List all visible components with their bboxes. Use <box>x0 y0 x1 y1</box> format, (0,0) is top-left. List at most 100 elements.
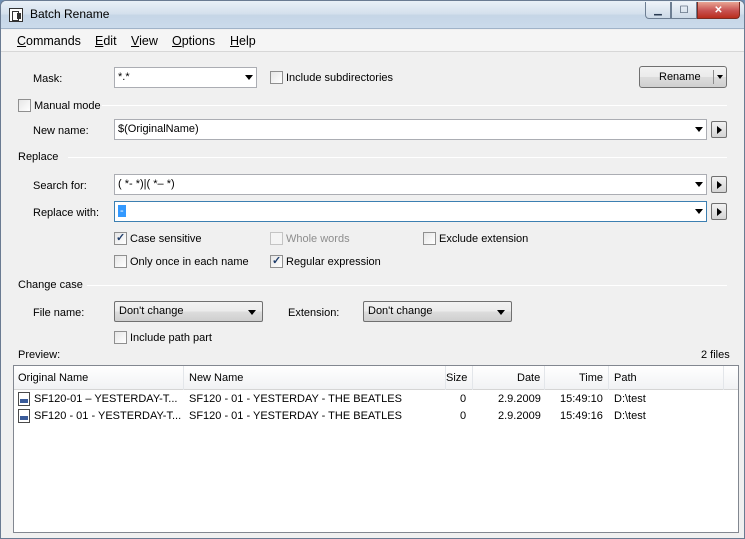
caption-buttons: ▁ ☐ ✕ <box>645 2 740 19</box>
chevron-down-icon <box>497 310 505 315</box>
app-icon <box>9 8 23 22</box>
size-cell: 0 <box>460 393 467 405</box>
new-name-cell: SF120 - 01 - YESTERDAY - THE BEATLES <box>189 410 402 422</box>
column-new-name-label: New Name <box>189 372 244 384</box>
search-for-insert-button[interactable] <box>711 176 727 193</box>
column-new-name[interactable]: New Name <box>184 366 446 390</box>
time-cell: 15:49:10 <box>560 393 603 405</box>
table-row[interactable]: SF120-01 – YESTERDAY-T... SF120 - 01 - Y… <box>14 391 724 408</box>
replace-with-value-wrap: - <box>118 205 126 217</box>
regular-expression-label: Regular expression <box>286 256 381 268</box>
include-subdirectories-checkbox[interactable] <box>270 71 283 84</box>
chevron-down-icon <box>248 310 256 315</box>
audio-file-icon <box>18 409 30 423</box>
original-name-cell: SF120-01 – YESTERDAY-T... <box>34 393 178 405</box>
exclude-extension-label: Exclude extension <box>439 233 529 245</box>
split-divider <box>713 70 714 84</box>
column-path-label: Path <box>614 372 637 384</box>
date-cell: 2.9.2009 <box>498 393 541 405</box>
rename-button-label: Rename <box>659 71 701 83</box>
regular-expression-checkbox[interactable] <box>270 254 283 268</box>
replace-group-label: Replace <box>18 151 59 163</box>
title-bar: Batch Rename ▁ ☐ ✕ <box>1 1 744 29</box>
search-for-combo[interactable]: ( *- *)|( *– *) <box>114 174 707 195</box>
time-cell: 15:49:16 <box>560 410 603 422</box>
maximize-button[interactable]: ☐ <box>671 2 697 19</box>
column-original-name[interactable]: Original Name <box>14 366 184 390</box>
manual-mode-checkbox[interactable] <box>18 99 31 112</box>
batch-rename-window: Batch Rename ▁ ☐ ✕ Commands Edit View Op… <box>0 0 745 539</box>
column-date[interactable]: Date <box>473 366 545 390</box>
extension-case-value: Don't change <box>368 305 433 317</box>
column-size[interactable]: Size <box>446 366 473 390</box>
search-for-value: ( *- *)|( *– *) <box>118 178 175 190</box>
audio-file-icon <box>18 392 30 406</box>
menu-bar: Commands Edit View Options Help <box>1 30 744 52</box>
mask-label: Mask: <box>33 73 63 85</box>
include-subdirectories-label: Include subdirectories <box>286 72 394 84</box>
chevron-down-icon <box>245 75 253 80</box>
file-name-case-value: Don't change <box>119 305 184 317</box>
new-name-value: $(OriginalName) <box>118 123 199 135</box>
path-cell: D:\test <box>614 393 646 405</box>
search-for-label: Search for: <box>33 180 87 192</box>
file-name-label: File name: <box>33 307 85 319</box>
new-name-cell: SF120 - 01 - YESTERDAY - THE BEATLES <box>189 393 402 405</box>
menu-view[interactable]: View <box>131 34 158 48</box>
menu-edit[interactable]: Edit <box>95 34 117 48</box>
extension-case-dropdown[interactable]: Don't change <box>363 301 512 322</box>
preview-file-count: 2 files <box>701 349 730 361</box>
preview-list[interactable]: Original Name New Name Size Date Time Pa… <box>13 365 739 533</box>
menu-commands[interactable]: Commands <box>17 34 81 48</box>
replace-with-insert-button[interactable] <box>711 203 727 220</box>
only-once-label: Only once in each name <box>130 256 249 268</box>
size-cell: 0 <box>460 410 467 422</box>
original-name-cell: SF120 - 01 - YESTERDAY-T... <box>34 410 182 422</box>
window-title: Batch Rename <box>30 7 110 21</box>
file-name-case-dropdown[interactable]: Don't change <box>114 301 263 322</box>
chevron-down-icon <box>695 209 703 214</box>
preview-list-header: Original Name New Name Size Date Time Pa… <box>14 366 738 390</box>
new-name-insert-button[interactable] <box>711 121 727 138</box>
close-button[interactable]: ✕ <box>697 2 740 19</box>
change-case-divider <box>87 285 727 286</box>
only-once-checkbox[interactable] <box>114 255 127 268</box>
column-size-label: Size <box>446 372 468 384</box>
date-cell: 2.9.2009 <box>498 410 541 422</box>
replace-with-combo[interactable]: - <box>114 201 707 222</box>
menu-options[interactable]: Options <box>172 34 215 48</box>
new-name-combo[interactable]: $(OriginalName) <box>114 119 707 140</box>
mask-combo[interactable]: *.* <box>114 67 257 88</box>
case-sensitive-checkbox[interactable] <box>114 231 127 245</box>
change-case-group-label: Change case <box>18 279 83 291</box>
maximize-icon: ☐ <box>679 4 689 16</box>
minimize-icon: ▁ <box>654 4 662 16</box>
column-path[interactable]: Path <box>609 366 724 390</box>
menu-help[interactable]: Help <box>230 34 256 48</box>
table-row[interactable]: SF120 - 01 - YESTERDAY-T... SF120 - 01 -… <box>14 408 724 425</box>
chevron-down-icon <box>695 127 703 132</box>
case-sensitive-label: Case sensitive <box>130 233 202 245</box>
whole-words-label: Whole words <box>286 233 350 245</box>
include-path-part-label: Include path part <box>130 332 212 344</box>
preview-label: Preview: <box>18 349 61 361</box>
extension-label: Extension: <box>288 307 340 319</box>
replace-with-label: Replace with: <box>33 207 100 219</box>
replace-with-value: - <box>118 205 126 217</box>
minimize-button[interactable]: ▁ <box>645 2 671 19</box>
chevron-down-icon <box>717 75 723 79</box>
column-date-label: Date <box>517 372 541 384</box>
include-path-part-checkbox[interactable] <box>114 331 127 344</box>
manual-mode-divider <box>102 105 727 106</box>
path-cell: D:\test <box>614 410 646 422</box>
new-name-label: New name: <box>33 125 89 137</box>
chevron-down-icon <box>695 182 703 187</box>
manual-mode-label: Manual mode <box>34 100 101 112</box>
column-original-name-label: Original Name <box>18 372 89 384</box>
whole-words-checkbox[interactable] <box>270 232 283 245</box>
replace-divider <box>68 157 727 158</box>
close-icon: ✕ <box>714 4 723 16</box>
column-time[interactable]: Time <box>545 366 609 390</box>
exclude-extension-checkbox[interactable] <box>423 232 436 245</box>
rename-button[interactable]: Rename <box>639 66 727 88</box>
